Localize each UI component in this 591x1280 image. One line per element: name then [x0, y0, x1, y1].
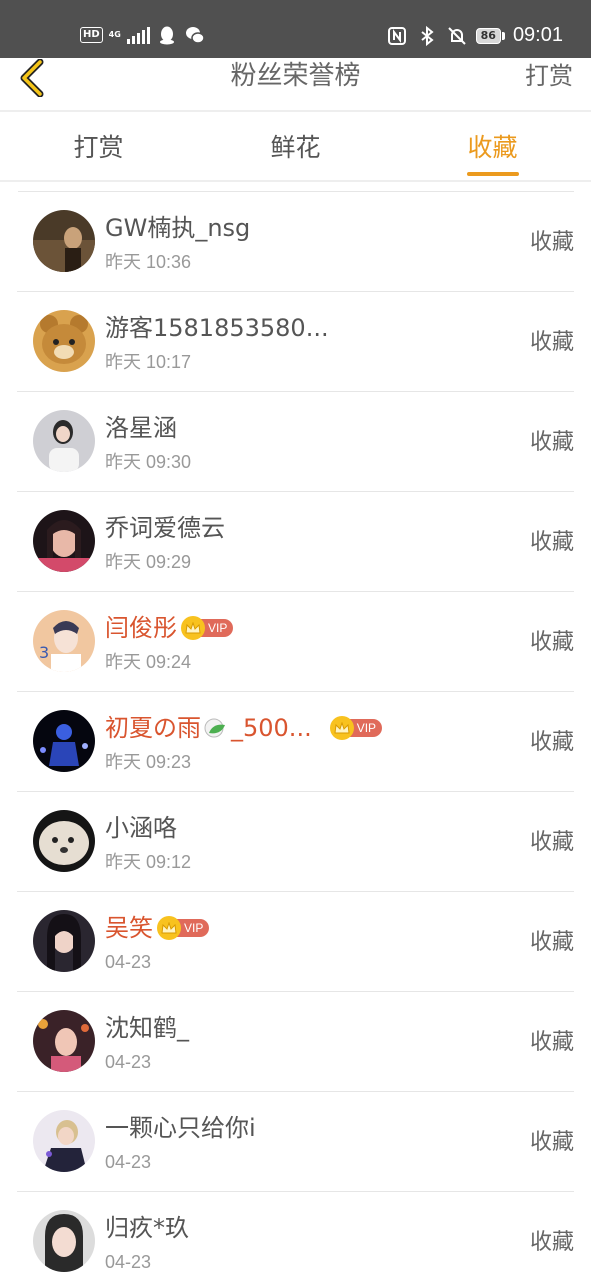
crown-icon [157, 916, 181, 940]
leaf-emoji-icon [204, 718, 225, 738]
crown-icon [329, 716, 354, 740]
clock: 09:01 [512, 24, 563, 46]
username-suffix: _500... [231, 714, 312, 742]
tab-flowers-label: 鲜花 [270, 133, 321, 162]
timestamp: 昨天 09:30 [105, 452, 192, 472]
svg-text:3: 3 [39, 643, 49, 662]
username: 一颗心只给你i [105, 1114, 256, 1142]
timestamp: 昨天 09:12 [105, 852, 192, 872]
favorite-label: 收藏 [529, 430, 574, 455]
avatar[interactable] [33, 1110, 95, 1172]
list-item[interactable]: 初夏の雨 _500... VIP 昨天 09:23 收藏 [17, 692, 574, 792]
favorite-label: 收藏 [529, 730, 574, 755]
timestamp: 昨天 09:24 [105, 652, 192, 672]
favorite-label: 收藏 [529, 630, 574, 655]
favorite-label: 收藏 [529, 1130, 574, 1155]
avatar[interactable] [33, 1010, 95, 1072]
avatar[interactable] [33, 410, 95, 472]
nfc-icon [387, 26, 406, 45]
tab-favorites-label: 收藏 [467, 133, 518, 162]
username: 乔词爱德云 [105, 514, 225, 542]
favorite-label: 收藏 [529, 930, 574, 955]
list-item[interactable]: 吴笑 VIP 04-23 收藏 [17, 892, 574, 992]
tab-flowers[interactable]: 鲜花 [197, 112, 394, 180]
timestamp: 04-23 [105, 1152, 152, 1172]
avatar[interactable] [33, 910, 95, 972]
favorite-label: 收藏 [529, 530, 574, 555]
avatar[interactable]: 3 [33, 610, 95, 672]
bluetooth-icon [421, 25, 434, 46]
tabs-divider [0, 180, 591, 182]
avatar[interactable] [33, 310, 95, 372]
favorite-label: 收藏 [529, 830, 574, 855]
timestamp: 昨天 09:29 [105, 552, 192, 572]
list-item[interactable]: 小涵咯 昨天 09:12 收藏 [17, 792, 574, 892]
battery-level: 86 [475, 27, 501, 44]
wechat-icon [185, 27, 205, 44]
avatar[interactable] [33, 710, 95, 772]
avatar[interactable] [33, 510, 95, 572]
network-type-label: 4G [108, 30, 121, 39]
username: 沈知鹤_ [105, 1014, 189, 1042]
vip-badge: VIP [181, 616, 234, 640]
vip-badge: VIP [329, 716, 383, 740]
fan-list: GW楠执_nsg 昨天 10:36 收藏 游客1581853580... 昨天 … [0, 192, 591, 1280]
timestamp: 04-23 [105, 1052, 152, 1072]
status-left-icons: HD 4G [80, 24, 206, 46]
list-item[interactable]: GW楠执_nsg 昨天 10:36 收藏 [17, 192, 574, 292]
tab-bar: 打赏 鲜花 收藏 [0, 112, 591, 180]
status-bar: HD 4G 86 09:01 [0, 0, 591, 58]
top-app-bar: 粉丝荣誉榜 打赏 [0, 58, 591, 110]
crown-icon [181, 616, 205, 640]
tab-reward-label: 打赏 [73, 133, 124, 162]
hd-badge: HD [80, 27, 103, 43]
username: 吴笑 [105, 914, 153, 942]
list-item[interactable]: 归疚*玖 04-23 收藏 [17, 1192, 574, 1280]
avatar[interactable] [33, 210, 95, 272]
favorite-label: 收藏 [529, 1030, 574, 1055]
avatar[interactable] [33, 1210, 95, 1272]
username: 洛星涵 [105, 414, 177, 442]
status-right-icons: 86 09:01 [386, 24, 563, 47]
signal-icon [126, 26, 150, 44]
avatar[interactable] [33, 810, 95, 872]
timestamp: 04-23 [105, 952, 152, 972]
tab-reward[interactable]: 打赏 [0, 112, 197, 180]
favorite-label: 收藏 [529, 1230, 574, 1255]
username: 归疚*玖 [105, 1214, 189, 1242]
timestamp: 昨天 09:23 [105, 752, 192, 772]
page-title: 粉丝荣誉榜 [230, 61, 361, 91]
username: 游客1581853580... [105, 314, 329, 342]
username: 闫俊彤 [105, 614, 177, 642]
reward-header-button[interactable]: 打赏 [525, 58, 573, 94]
timestamp: 昨天 10:36 [105, 252, 192, 272]
favorite-label: 收藏 [529, 230, 574, 255]
username: 小涵咯 [105, 814, 177, 842]
list-item[interactable]: 洛星涵 昨天 09:30 收藏 [17, 392, 574, 492]
username: GW楠执_nsg [105, 214, 251, 242]
mute-bell-icon [447, 26, 466, 45]
qq-icon [159, 26, 174, 45]
tab-favorites[interactable]: 收藏 [394, 112, 591, 180]
username: 初夏の雨 [105, 714, 201, 742]
timestamp: 04-23 [105, 1252, 152, 1272]
list-item[interactable]: 沈知鹤_ 04-23 收藏 [17, 992, 574, 1092]
favorite-label: 收藏 [529, 330, 574, 355]
list-item[interactable]: 乔词爱德云 昨天 09:29 收藏 [17, 492, 574, 592]
timestamp: 昨天 10:17 [105, 352, 192, 372]
battery-icon: 86 [475, 27, 505, 44]
vip-badge: VIP [157, 916, 210, 940]
list-item[interactable]: 3 闫俊彤 VIP 昨天 09:24 收藏 [17, 592, 574, 692]
list-item[interactable]: 一颗心只给你i 04-23 收藏 [17, 1092, 574, 1192]
list-item[interactable]: 游客1581853580... 昨天 10:17 收藏 [17, 292, 574, 392]
active-tab-indicator [466, 172, 519, 176]
